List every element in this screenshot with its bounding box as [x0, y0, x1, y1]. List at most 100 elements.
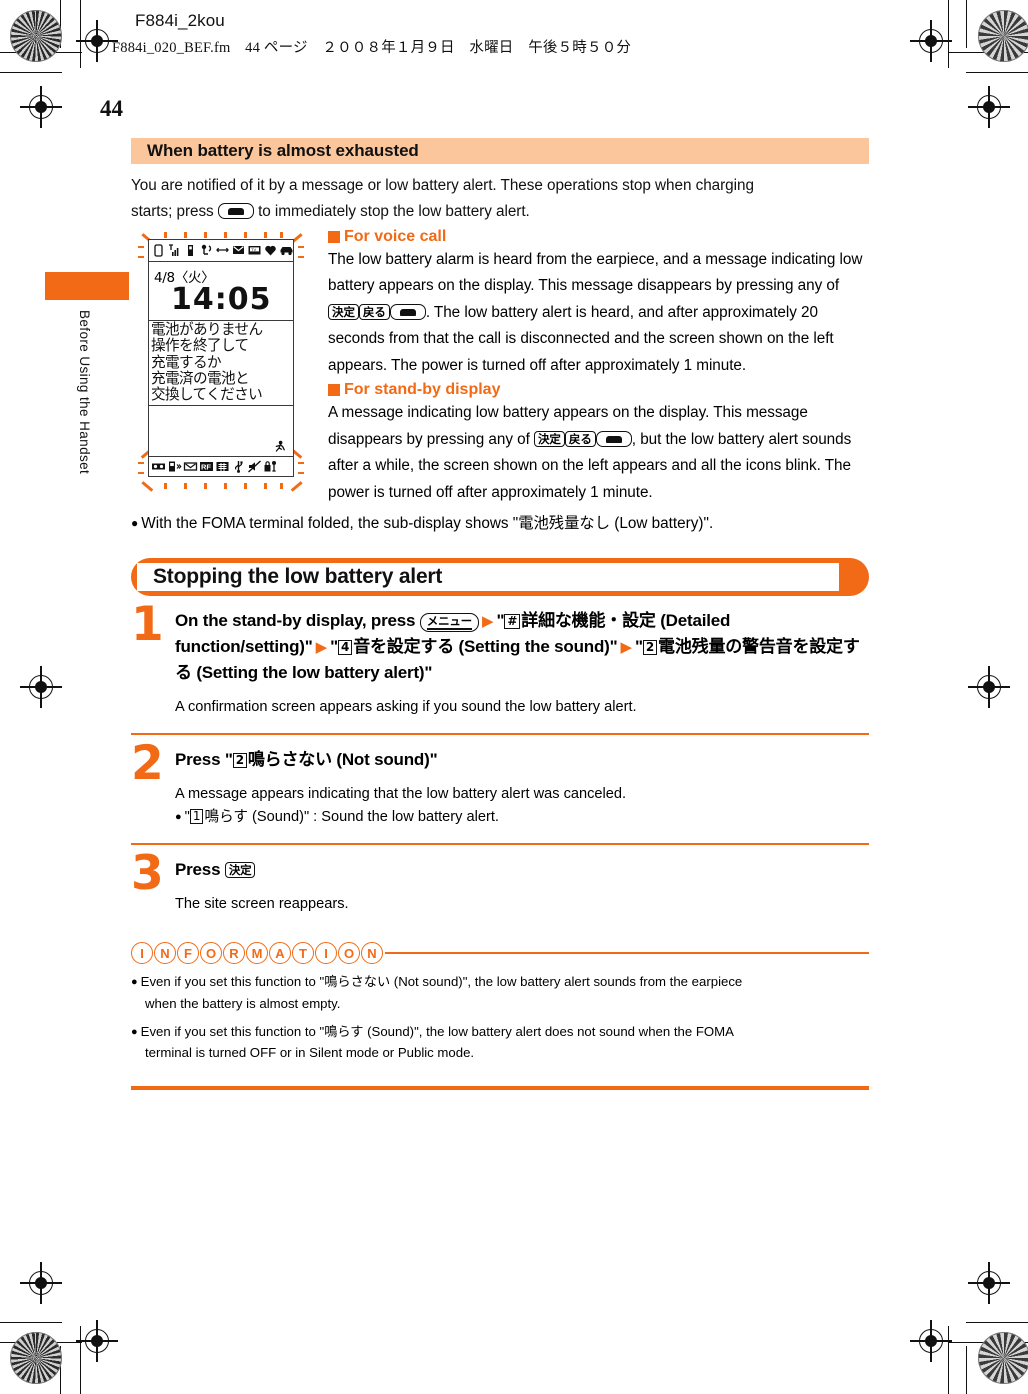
step-2-desc-text: A message appears indicating that the lo…: [175, 785, 627, 802]
voice-call-text-a: The low battery alarm is heard from the …: [328, 250, 863, 295]
information-item-1: ● Even if you set this function to "鳴らさない…: [131, 971, 869, 1014]
signal-bars-icon: [167, 243, 182, 258]
hangup-key-icon: [217, 203, 254, 220]
hash-key-icon: #: [504, 614, 521, 630]
arrow-icon: ▶: [620, 639, 633, 657]
step-divider: [131, 843, 869, 845]
lock-icon: [263, 459, 278, 474]
disc-bullet-icon: ●: [175, 811, 182, 824]
info-letter: N: [154, 942, 176, 965]
print-job-name: F884i_2kou: [135, 11, 225, 30]
registration-mark-inner-tl: [20, 86, 62, 128]
folded-note-text: With the FOMA terminal folded, the sub-d…: [141, 514, 714, 532]
blink-dash: [298, 255, 304, 259]
hangup-key-icon: [389, 303, 426, 320]
crop-line-tr2-v: [948, 0, 950, 68]
blink-dash: [184, 482, 187, 489]
blink-dash: [298, 461, 304, 465]
step-3: 3 Press 決定 The site screen reappears.: [131, 850, 869, 916]
intro-paragraph: You are notified of it by a message or l…: [131, 173, 869, 226]
earphone-icon: [199, 243, 214, 258]
crop-line-tr-v: [966, 0, 968, 48]
transfer-icon: [215, 243, 230, 258]
blink-dash: [204, 482, 207, 489]
blink-dash: [224, 231, 227, 238]
crop-line-bl2-v: [80, 1326, 82, 1394]
crop-line-tl2-v: [80, 0, 82, 68]
message-line: 操作を終了して: [151, 337, 249, 355]
subhead-text: For stand-by display: [344, 381, 501, 399]
step-2-option: 鳴らさない (Not sound): [247, 749, 430, 769]
information-letters: I N F O R M A T I O N: [131, 942, 383, 965]
info-2-line-1: Even if you set this function to "鳴らす (S…: [140, 1023, 734, 1039]
mute-icon: [247, 459, 262, 474]
chapter-label: Before Using the Handset: [77, 310, 92, 475]
step-number: 1: [131, 597, 164, 653]
orange-square-bullet-icon: [328, 384, 340, 397]
information-item-2: ● Even if you set this function to "鳴らす (…: [131, 1021, 869, 1064]
crop-line-br-v: [966, 1346, 968, 1394]
section-heading-battery-exhausted: When battery is almost exhausted: [131, 138, 869, 164]
info-letter: M: [246, 942, 268, 965]
intro-line-1: You are notified of it by a message or l…: [131, 177, 754, 194]
phone-screen: TV 4/8〈火〉 14:05 電池がありません 操作を終了して 充電するか 充…: [148, 238, 294, 477]
step-number: 2: [131, 735, 164, 791]
info-1-line-1: Even if you set this function to "鳴らさない …: [140, 974, 743, 990]
blink-dash: [290, 481, 303, 492]
registration-mark-inner-br: [968, 1262, 1010, 1304]
step-1-title-lead: On the stand-by display, press: [175, 611, 416, 631]
orange-square-bullet-icon: [328, 230, 340, 243]
step-1: 1 On the stand-by display, press メニュー ▶ " #…: [131, 597, 869, 719]
phone-soft-icon-bar: RF: [149, 455, 293, 476]
back-key-icon: 戻る: [358, 303, 390, 320]
print-file-line: F884i_020_BEF.fm 44 ページ ２００８年１月９日 水曜日 午後…: [112, 40, 632, 56]
vibrate-icon: [183, 243, 198, 258]
crop-line-tl-h: [0, 72, 62, 74]
step-1-description: A confirmation screen appears asking if …: [175, 698, 637, 715]
printed-page: F884i_2kou F884i_020_BEF.fm 44 ページ ２００８年…: [0, 0, 1028, 1394]
folded-note: ● With the FOMA terminal folded, the sub-…: [131, 512, 869, 536]
message-line: 交換してください: [151, 386, 263, 404]
number-key-4-icon: 4: [338, 640, 353, 656]
info-letter: O: [200, 942, 222, 965]
blink-dash: [280, 231, 283, 238]
star-target-br: [978, 1332, 1028, 1384]
blink-dash: [138, 461, 144, 465]
blink-dash: [138, 471, 144, 475]
phone-time: 14:05: [171, 281, 272, 317]
number-key-2-icon: 2: [642, 640, 658, 656]
memo-icon: [151, 459, 166, 474]
registration-mark-inner-tr: [968, 86, 1010, 128]
blink-dash: [264, 482, 267, 489]
blink-dash: [224, 482, 227, 489]
registration-mark-mid-right: [968, 666, 1010, 708]
crop-line-tl2-h: [0, 52, 82, 54]
info-letter: O: [338, 942, 360, 965]
star-target-tr: [978, 10, 1028, 62]
crop-line-bl2-h: [0, 1342, 82, 1344]
mail-icon: [231, 243, 246, 258]
pill-heading-text: Stopping the low battery alert: [153, 565, 443, 589]
step-3-description: The site screen reappears.: [175, 895, 349, 912]
blink-dash: [164, 482, 167, 489]
step-2-description: A message appears indicating that the lo…: [175, 785, 627, 826]
phonebook-icon: [167, 459, 182, 474]
registration-mark-mid-left: [20, 666, 62, 708]
blink-dash: [264, 231, 267, 238]
blink-dash: [138, 255, 144, 259]
disc-bullet-icon: ●: [131, 976, 138, 989]
number-key-2-icon: 2: [232, 752, 247, 768]
info-letter: R: [223, 942, 245, 965]
low-battery-message-box: 電池がありません 操作を終了して 充電するか 充電済の電池と 交換してください: [148, 319, 294, 406]
step-3-title-lead: Press: [175, 859, 221, 879]
arrow-icon: ▶: [481, 613, 494, 631]
section-heading-stopping-alert: Stopping the low battery alert: [131, 558, 869, 597]
calendar-icon: [215, 459, 230, 474]
mail-soft-icon: [183, 459, 198, 474]
blink-dash: [141, 481, 154, 492]
information-rule: [385, 951, 869, 955]
phone-display-figure: TV 4/8〈火〉 14:05 電池がありません 操作を終了して 充電するか 充…: [138, 230, 306, 492]
back-key-icon: 戻る: [564, 430, 596, 447]
blink-dash: [164, 231, 167, 238]
step-2-bullet-text: 鳴らす (Sound)" : Sound the low battery ale…: [204, 809, 499, 826]
